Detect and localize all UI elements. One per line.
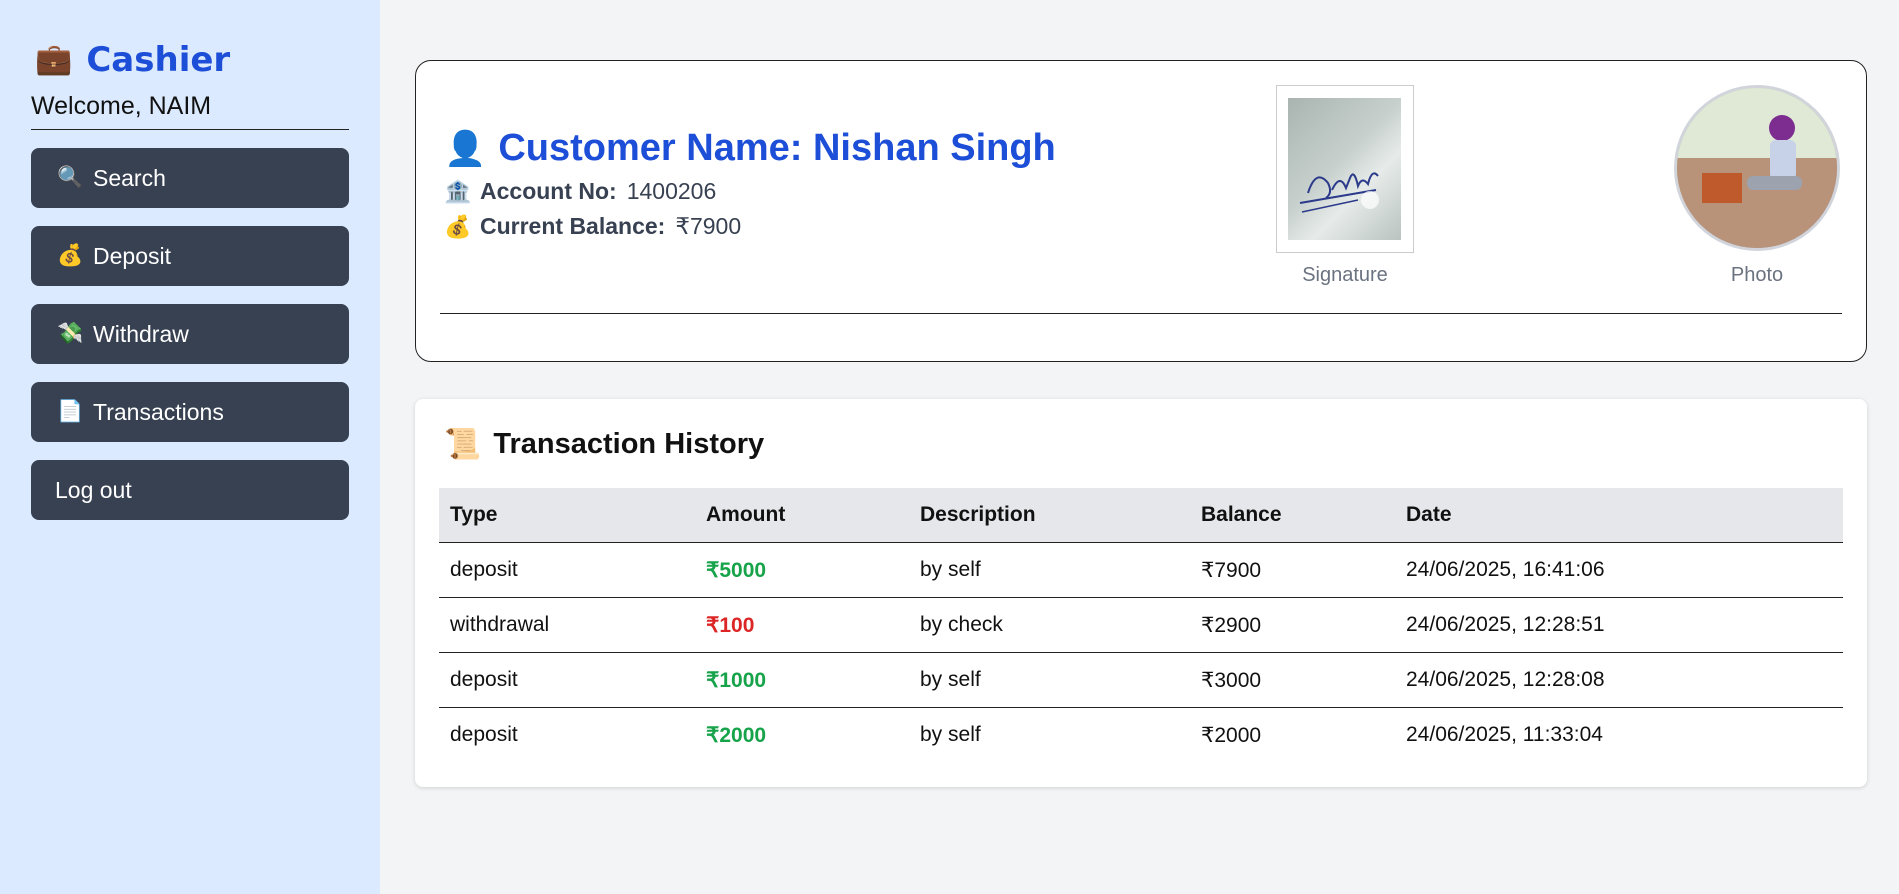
cell-date: 24/06/2025, 16:41:06 [1395, 542, 1843, 598]
cell-type: withdrawal [439, 597, 695, 653]
history-header: 📜 Transaction History [444, 427, 764, 462]
cell-amount: ₹1000 [695, 652, 909, 708]
search-button[interactable]: 🔍 Search [31, 148, 349, 208]
document-icon: 📄 [57, 400, 84, 423]
money-bag-icon: 💰 [444, 213, 472, 239]
account-label: Account No: [480, 178, 617, 204]
cell-amount: ₹100 [695, 597, 909, 653]
current-balance: ₹7900 [675, 213, 742, 239]
customer-photo [1674, 85, 1840, 251]
welcome-text: Welcome, NAIM [31, 92, 349, 130]
column-header-balance: Balance [1190, 488, 1395, 543]
signature-label: Signature [1302, 264, 1388, 286]
column-header-date: Date [1395, 488, 1843, 543]
cell-date: 24/06/2025, 12:28:51 [1395, 597, 1843, 653]
app-title: Cashier [86, 40, 231, 80]
divider [440, 313, 1842, 314]
cell-type: deposit [439, 542, 695, 598]
account-number: 1400206 [626, 178, 717, 204]
table-row: deposit ₹2000 by self ₹2000 24/06/2025, … [439, 708, 1843, 763]
briefcase-icon: 💼 [35, 42, 73, 77]
cell-balance: ₹7900 [1190, 542, 1395, 598]
withdraw-button[interactable]: 💸 Withdraw [31, 304, 349, 364]
table-row: deposit ₹1000 by self ₹3000 24/06/2025, … [439, 652, 1843, 708]
cell-amount: ₹2000 [706, 723, 767, 747]
withdraw-label: Withdraw [93, 320, 189, 347]
cell-description: by check [909, 597, 1190, 653]
cell-type: deposit [450, 723, 518, 746]
cell-date: 24/06/2025, 11:33:04 [1406, 723, 1603, 746]
cell-description: by self [920, 723, 981, 746]
signature-image [1288, 98, 1401, 240]
table-row: withdrawal ₹100 by check ₹2900 24/06/202… [439, 597, 1843, 653]
transactions-table: Type Amount Description Balance Date dep… [439, 488, 1843, 762]
balance-row: 💰 Current Balance: ₹7900 [444, 213, 1056, 240]
transaction-history-panel: 📜 Transaction History Type Amount Descri… [415, 399, 1867, 787]
sidebar: 💼 Cashier Welcome, NAIM 🔍 Search 💰 Depos… [0, 0, 380, 894]
user-icon: 👤 [444, 128, 487, 169]
column-header-amount: Amount [695, 488, 909, 543]
balance-label: Current Balance: [480, 213, 666, 239]
history-title: Transaction History [493, 428, 765, 460]
transactions-label: Transactions [93, 398, 224, 425]
logout-label: Log out [55, 476, 132, 503]
logout-button[interactable]: Log out [31, 460, 349, 520]
cell-description: by self [909, 652, 1190, 708]
brand: 💼 Cashier [35, 40, 349, 80]
cell-amount: ₹5000 [695, 542, 909, 598]
deposit-label: Deposit [93, 242, 171, 269]
customer-name-row: 👤 Customer Name: Nishan Singh [444, 127, 1056, 170]
money-bag-icon: 💰 [57, 244, 84, 267]
search-label: Search [93, 164, 166, 191]
customer-card: 👤 Customer Name: Nishan Singh 🏦 Account … [415, 60, 1867, 362]
cell-balance: ₹2900 [1190, 597, 1395, 653]
column-header-type: Type [439, 488, 695, 543]
scroll-icon: 📜 [444, 427, 482, 462]
money-wings-icon: 💸 [57, 322, 84, 345]
search-icon: 🔍 [57, 166, 84, 189]
deposit-button[interactable]: 💰 Deposit [31, 226, 349, 286]
table-row: deposit ₹5000 by self ₹7900 24/06/2025, … [439, 542, 1843, 598]
customer-name: Customer Name: Nishan Singh [498, 127, 1056, 169]
transactions-button[interactable]: 📄 Transactions [31, 382, 349, 442]
cell-balance: ₹2000 [1201, 723, 1262, 747]
column-header-description: Description [909, 488, 1190, 543]
cell-date: 24/06/2025, 12:28:08 [1395, 652, 1843, 708]
cell-type: deposit [439, 652, 695, 708]
cell-balance: ₹3000 [1190, 652, 1395, 708]
customer-info: 👤 Customer Name: Nishan Singh 🏦 Account … [444, 127, 1056, 240]
photo-label: Photo [1730, 264, 1784, 286]
bank-icon: 🏦 [444, 178, 472, 204]
account-row: 🏦 Account No: 1400206 [444, 178, 1056, 205]
signature-frame [1276, 85, 1414, 253]
cell-description: by self [909, 542, 1190, 598]
table-header-row: Type Amount Description Balance Date [439, 488, 1843, 543]
